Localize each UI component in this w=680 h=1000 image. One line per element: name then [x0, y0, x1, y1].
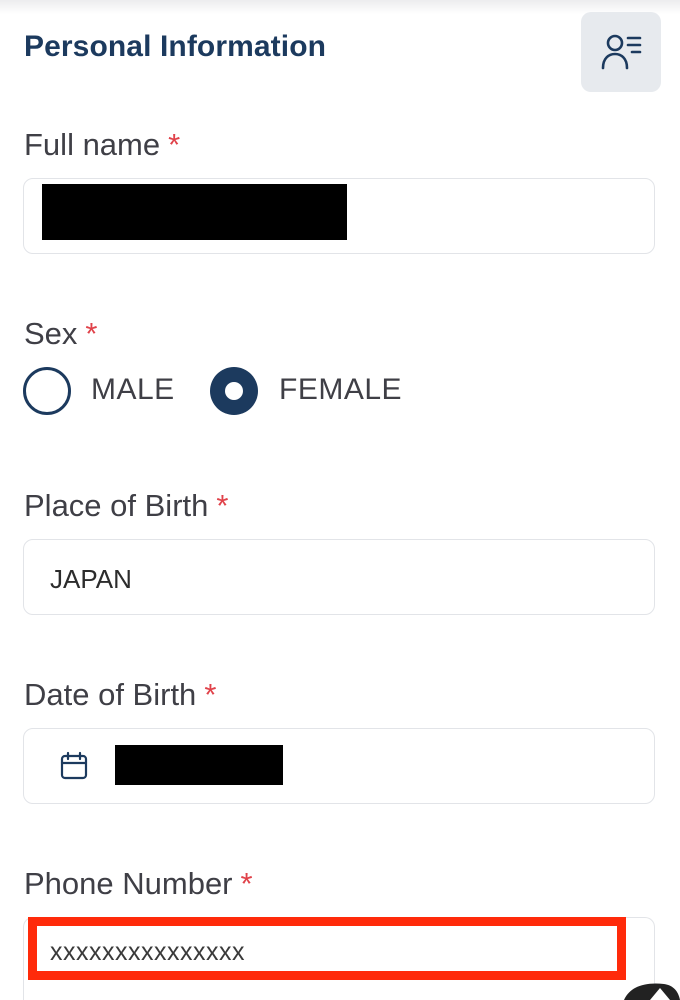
radio-selected-dot	[225, 382, 243, 400]
required-mark: *	[168, 127, 181, 162]
place-of-birth-field[interactable]: JAPAN	[23, 539, 655, 615]
top-shadow	[0, 0, 680, 14]
required-mark: *	[240, 866, 253, 901]
phone-number-value[interactable]: xxxxxxxxxxxxxxx	[50, 938, 245, 967]
place-of-birth-label: Place of Birth *	[24, 488, 229, 523]
profile-options-button[interactable]	[581, 12, 661, 92]
female-radio-label[interactable]: FEMALE	[279, 373, 402, 407]
place-of-birth-value: JAPAN	[50, 564, 132, 594]
phone-number-label: Phone Number *	[24, 866, 253, 901]
highlight-annotation: xxxxxxxxxxxxxxx	[28, 917, 626, 980]
date-of-birth-field[interactable]	[23, 728, 655, 804]
required-mark: *	[85, 316, 98, 351]
date-of-birth-label: Date of Birth *	[24, 677, 217, 712]
male-radio[interactable]	[23, 367, 71, 415]
male-radio-label[interactable]: MALE	[91, 373, 175, 407]
floating-widget-edge	[624, 983, 680, 1000]
redacted-name	[42, 184, 347, 240]
redacted-date	[115, 745, 283, 785]
full-name-label: Full name *	[24, 127, 181, 162]
calendar-icon[interactable]	[60, 751, 88, 781]
section-title: Personal Information	[24, 30, 327, 63]
female-radio[interactable]	[210, 367, 258, 415]
full-name-field[interactable]	[23, 178, 655, 254]
person-list-icon	[601, 34, 642, 70]
sex-label: Sex *	[24, 316, 98, 351]
required-mark: *	[204, 677, 217, 712]
required-mark: *	[216, 488, 229, 523]
